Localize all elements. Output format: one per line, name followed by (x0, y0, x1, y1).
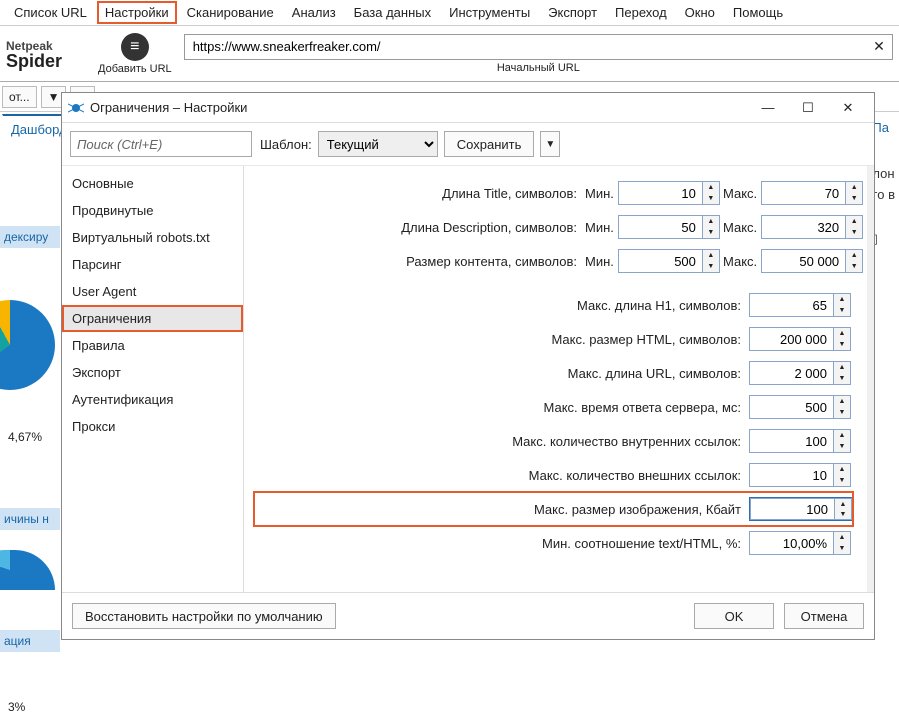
resp-input[interactable]: ▲▼ (749, 395, 853, 419)
menu-scanning[interactable]: Сканирование (179, 1, 282, 24)
save-button[interactable]: Сохранить (444, 131, 535, 157)
modal-footer: Восстановить настройки по умолчанию OK О… (62, 592, 874, 639)
sidebar-item-useragent[interactable]: User Agent (62, 278, 243, 305)
url-caption: Начальный URL (184, 62, 893, 74)
menu-help[interactable]: Помощь (725, 1, 791, 24)
internal-links-input[interactable]: ▲▼ (749, 429, 853, 453)
url-wrapper: ✕ Начальный URL (184, 34, 893, 74)
title-max-input[interactable]: ▲▼ (761, 181, 863, 205)
settings-form: Длина Title, символов: Мин.▲▼ Макс.▲▼ Дл… (244, 166, 874, 592)
content-min-input[interactable]: ▲▼ (618, 249, 720, 273)
row-image-size: Макс. размер изображения, Кбайт▲▼ (254, 492, 853, 526)
modal-title: Ограничения – Настройки (90, 100, 247, 115)
sidebar-item-advanced[interactable]: Продвинутые (62, 197, 243, 224)
menu-goto[interactable]: Переход (607, 1, 675, 24)
html-input[interactable]: ▲▼ (749, 327, 853, 351)
restore-defaults-button[interactable]: Восстановить настройки по умолчанию (72, 603, 336, 629)
add-url-button[interactable]: ≡ Добавить URL (98, 33, 172, 75)
content-max-input[interactable]: ▲▼ (761, 249, 863, 273)
modal-toprow: Поиск (Ctrl+E) Шаблон: Текущий Сохранить… (62, 123, 874, 166)
sec-btn-1[interactable]: от... (2, 86, 37, 108)
url-input[interactable] (185, 39, 866, 54)
template-row: Шаблон: Текущий Сохранить ▼ (260, 131, 560, 157)
cancel-button[interactable]: Отмена (784, 603, 864, 629)
sidebar-item-robots[interactable]: Виртуальный robots.txt (62, 224, 243, 251)
row-html: Макс. размер HTML, символов:▲▼ (254, 322, 853, 356)
row-ratio: Мин. соотношение text/HTML, %:▲▼ (254, 526, 853, 560)
spider-icon (68, 100, 84, 116)
menu-export[interactable]: Экспорт (540, 1, 605, 24)
url-len-input[interactable]: ▲▼ (749, 361, 853, 385)
title-min-input[interactable]: ▲▼ (618, 181, 720, 205)
save-dropdown[interactable]: ▼ (540, 131, 560, 157)
app-logo: Netpeak Spider (6, 39, 86, 69)
logo-line2: Spider (6, 53, 62, 69)
ratio-input[interactable]: ▲▼ (749, 531, 853, 555)
url-box: ✕ (184, 34, 893, 60)
external-links-input[interactable]: ▲▼ (749, 463, 853, 487)
modal-titlebar: Ограничения – Настройки — ☐ ✕ (62, 93, 874, 123)
menu-url-list[interactable]: Список URL (6, 1, 95, 24)
window-minimize-button[interactable]: — (748, 94, 788, 122)
row-url: Макс. длина URL, символов:▲▼ (254, 356, 853, 390)
menu-settings[interactable]: Настройки (97, 1, 177, 24)
sidebar-item-rules[interactable]: Правила (62, 332, 243, 359)
main-menu: Список URL Настройки Сканирование Анализ… (0, 0, 899, 26)
pct-3: 3% (8, 700, 25, 714)
add-url-icon: ≡ (121, 33, 149, 61)
h1-input[interactable]: ▲▼ (749, 293, 853, 317)
sidebar-item-basic[interactable]: Основные (62, 170, 243, 197)
add-url-label: Добавить URL (98, 63, 172, 75)
sidebar-item-parsing[interactable]: Парсинг (62, 251, 243, 278)
template-select[interactable]: Текущий (318, 131, 438, 157)
sidebar-item-auth[interactable]: Аутентификация (62, 386, 243, 413)
menu-tools[interactable]: Инструменты (441, 1, 538, 24)
row-h1: Макс. длина H1, символов:▲▼ (254, 288, 853, 322)
menu-database[interactable]: База данных (346, 1, 439, 24)
window-maximize-button[interactable]: ☐ (788, 94, 828, 122)
url-clear-button[interactable]: ✕ (866, 38, 892, 55)
template-label: Шаблон: (260, 137, 312, 152)
sidebar-item-proxy[interactable]: Прокси (62, 413, 243, 440)
sidebar-item-limits[interactable]: Ограничения (62, 305, 243, 332)
menu-window[interactable]: Окно (677, 1, 723, 24)
row-content-length: Размер контента, символов: Мин.▲▼ Макс.▲… (254, 244, 853, 278)
desc-max-input[interactable]: ▲▼ (761, 215, 863, 239)
settings-modal: Ограничения – Настройки — ☐ ✕ Поиск (Ctr… (61, 92, 875, 640)
sidebar-item-export[interactable]: Экспорт (62, 359, 243, 386)
window-close-button[interactable]: ✕ (828, 94, 868, 122)
settings-search-input[interactable]: Поиск (Ctrl+E) (70, 131, 252, 157)
settings-sidebar: Основные Продвинутые Виртуальный robots.… (62, 166, 244, 592)
toolbar: Netpeak Spider ≡ Добавить URL ✕ Начальны… (0, 26, 899, 82)
row-intl: Макс. количество внутренних ссылок:▲▼ (254, 424, 853, 458)
label-title-length: Длина Title, символов: (254, 186, 577, 201)
row-desc-length: Длина Description, символов: Мин.▲▼ Макс… (254, 210, 853, 244)
image-size-input[interactable]: ▲▼ (749, 497, 853, 521)
row-resp: Макс. время ответа сервера, мс:▲▼ (254, 390, 853, 424)
row-title-length: Длина Title, символов: Мин.▲▼ Макс.▲▼ (254, 176, 853, 210)
menu-analysis[interactable]: Анализ (284, 1, 344, 24)
row-extl: Макс. количество внешних ссылок:▲▼ (254, 458, 853, 492)
pct-1: 4,67% (8, 430, 42, 444)
desc-min-input[interactable]: ▲▼ (618, 215, 720, 239)
ok-button[interactable]: OK (694, 603, 774, 629)
